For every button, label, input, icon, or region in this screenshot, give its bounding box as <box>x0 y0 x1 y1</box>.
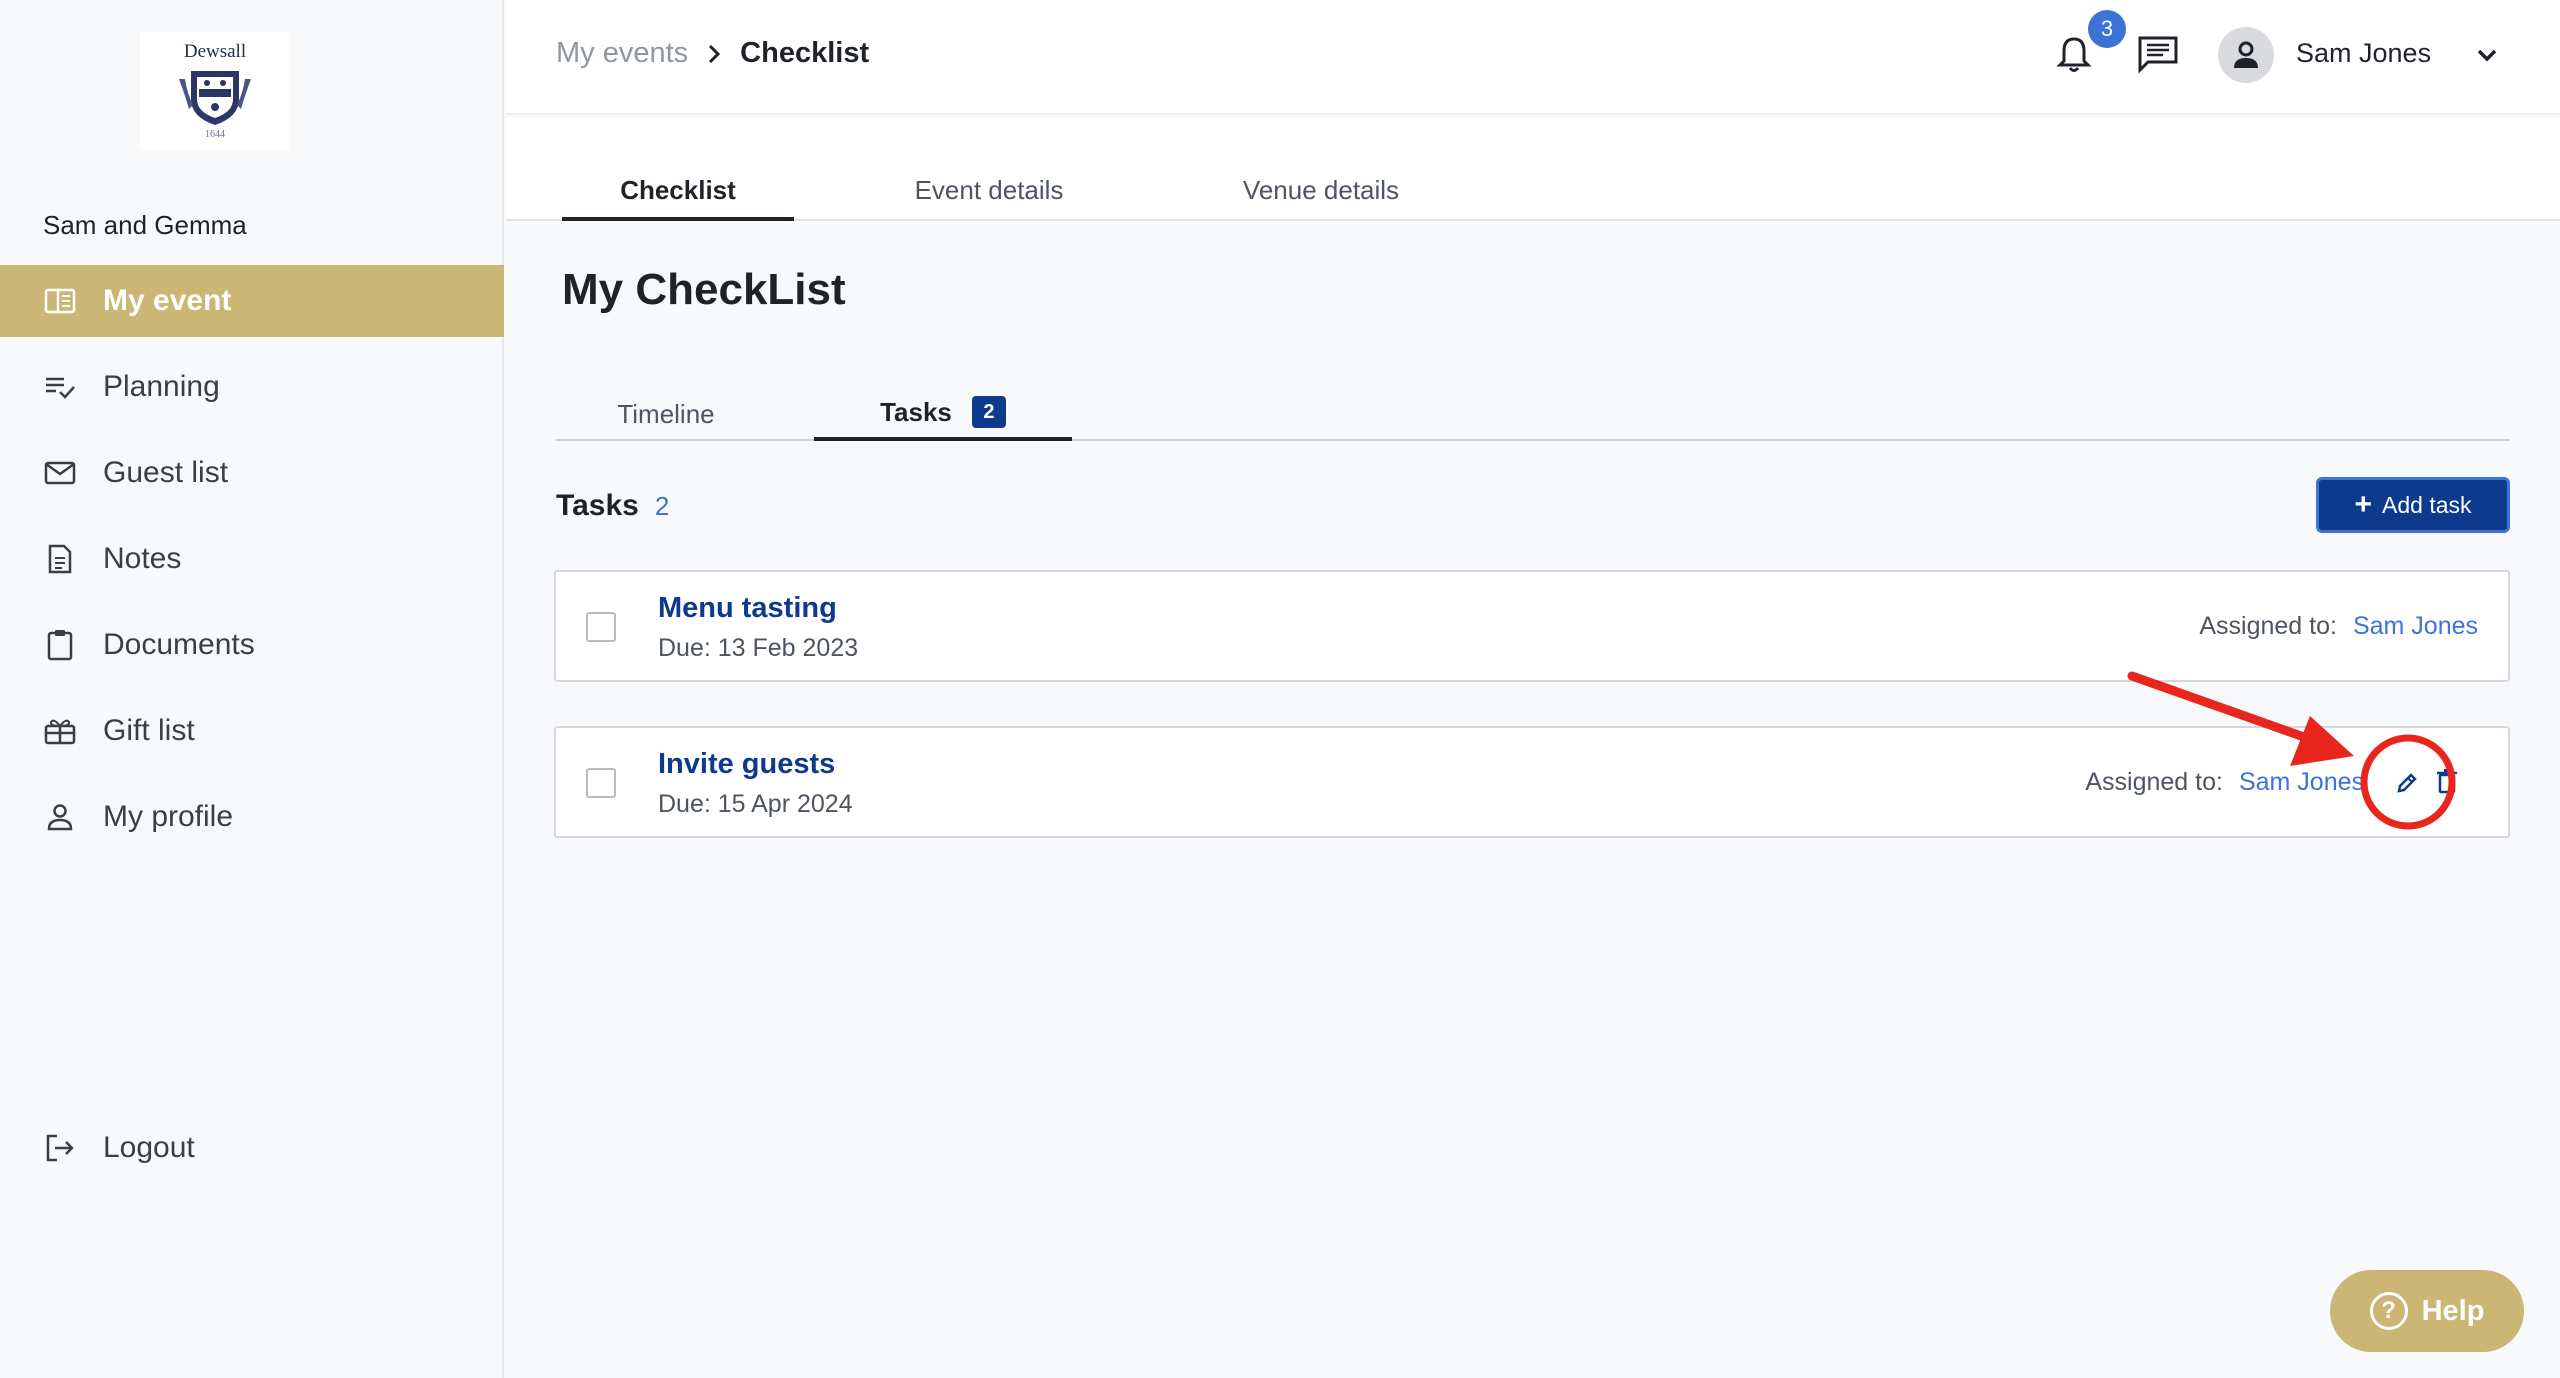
sidebar-item-documents[interactable]: Documents <box>0 609 504 681</box>
tab-timeline-label: Timeline <box>617 398 715 429</box>
tab-timeline[interactable]: Timeline <box>556 387 776 441</box>
page-tabs: Checklist Event details Venue details <box>506 117 2560 221</box>
sidebar-item-planning[interactable]: Planning <box>0 351 504 423</box>
tab-event-details[interactable]: Event details <box>836 175 1142 221</box>
logout-button[interactable]: Logout <box>43 1112 195 1184</box>
question-circle-icon: ? <box>2369 1292 2408 1330</box>
sidebar-nav: My event Planning Guest list Notes Docum… <box>0 265 504 867</box>
sidebar-item-gift-list[interactable]: Gift list <box>0 695 504 767</box>
breadcrumb: My events Checklist <box>556 37 869 70</box>
task-assigned: Assigned to: Sam Jones <box>2199 612 2478 641</box>
list-check-icon <box>43 370 77 404</box>
logout-label: Logout <box>103 1131 195 1164</box>
sidebar-item-my-profile[interactable]: My profile <box>0 781 504 853</box>
book-open-icon <box>43 284 77 318</box>
task-assigned: Assigned to: Sam Jones <box>2085 768 2364 797</box>
sidebar-item-my-event[interactable]: My event <box>0 265 504 337</box>
tab-checklist[interactable]: Checklist <box>562 175 794 221</box>
assigned-label: Assigned to: <box>2199 612 2337 640</box>
task-card[interactable]: Menu tasting Due: 13 Feb 2023 Assigned t… <box>554 570 2510 682</box>
tasks-section-title: Tasks <box>556 489 639 522</box>
task-card[interactable]: Invite guests Due: 15 Apr 2024 Assigned … <box>554 726 2510 838</box>
task-checkbox[interactable] <box>586 612 616 642</box>
tab-tasks-label: Tasks <box>880 396 952 427</box>
avatar[interactable] <box>2218 27 2274 83</box>
logo-year: 1644 <box>205 129 225 140</box>
sidebar-item-label: Notes <box>103 542 182 575</box>
task-due-date: Due: 15 Apr 2024 <box>658 790 853 818</box>
sidebar-item-label: Planning <box>103 370 220 403</box>
top-header: My events Checklist 3 Sam Jones <box>506 0 2560 115</box>
breadcrumb-current: Checklist <box>740 37 870 69</box>
sidebar-item-label: Gift list <box>103 714 195 747</box>
help-button[interactable]: ? Help <box>2330 1270 2524 1352</box>
sidebar-item-guest-list[interactable]: Guest list <box>0 437 504 509</box>
document-icon <box>43 542 77 576</box>
envelope-icon <box>43 456 77 490</box>
tab-venue-details[interactable]: Venue details <box>1166 175 1476 221</box>
trash-icon[interactable] <box>2436 768 2462 798</box>
logout-icon <box>43 1131 77 1165</box>
venue-logo[interactable]: Dewsall 1644 <box>140 32 290 150</box>
sidebar-item-label: My event <box>103 284 232 317</box>
assignee-link[interactable]: Sam Jones <box>2353 612 2478 641</box>
sidebar-item-label: Guest list <box>103 456 229 489</box>
user-icon <box>43 800 77 834</box>
plus-icon: + <box>2354 488 2373 521</box>
chevron-down-icon[interactable] <box>2472 40 2502 70</box>
assigned-label: Assigned to: <box>2085 768 2223 796</box>
assignee-link[interactable]: Sam Jones <box>2239 768 2364 797</box>
page-title: My CheckList <box>562 265 846 314</box>
help-label: Help <box>2421 1294 2485 1327</box>
gift-icon <box>43 714 77 748</box>
event-name: Sam and Gemma <box>43 210 247 240</box>
tasks-count-badge: 2 <box>971 396 1006 428</box>
tasks-section-count: 2 <box>654 491 670 521</box>
sidebar-item-label: Documents <box>103 628 255 661</box>
task-due-date: Due: 13 Feb 2023 <box>658 634 859 662</box>
clipboard-icon <box>43 628 77 662</box>
tab-tasks[interactable]: Tasks 2 <box>814 387 1072 441</box>
task-title[interactable]: Invite guests <box>658 748 835 781</box>
user-name[interactable]: Sam Jones <box>2296 38 2431 69</box>
notifications-bell-icon[interactable] <box>2054 34 2094 74</box>
checklist-sub-tabs: Timeline Tasks 2 <box>556 387 2510 441</box>
task-title[interactable]: Menu tasting <box>658 592 837 625</box>
breadcrumb-my-events[interactable]: My events <box>556 37 688 70</box>
main-content: Checklist Event details Venue details My… <box>506 117 2560 1378</box>
logo-text: Dewsall <box>183 41 247 62</box>
task-checkbox[interactable] <box>586 768 616 798</box>
edit-pencil-icon[interactable] <box>2390 766 2424 800</box>
tasks-section-header: Tasks 2 <box>556 489 669 523</box>
sidebar: Dewsall 1644 Sam and Gemma My event Plan… <box>0 0 504 1378</box>
notification-count-badge: 3 <box>2088 10 2126 48</box>
crest-icon <box>179 71 251 125</box>
sidebar-item-notes[interactable]: Notes <box>0 523 504 595</box>
chevron-right-icon <box>706 43 722 65</box>
add-task-button[interactable]: + Add task <box>2316 477 2510 533</box>
messages-icon[interactable] <box>2136 34 2180 74</box>
add-task-label: Add task <box>2382 491 2472 518</box>
sidebar-item-label: My profile <box>103 800 234 833</box>
